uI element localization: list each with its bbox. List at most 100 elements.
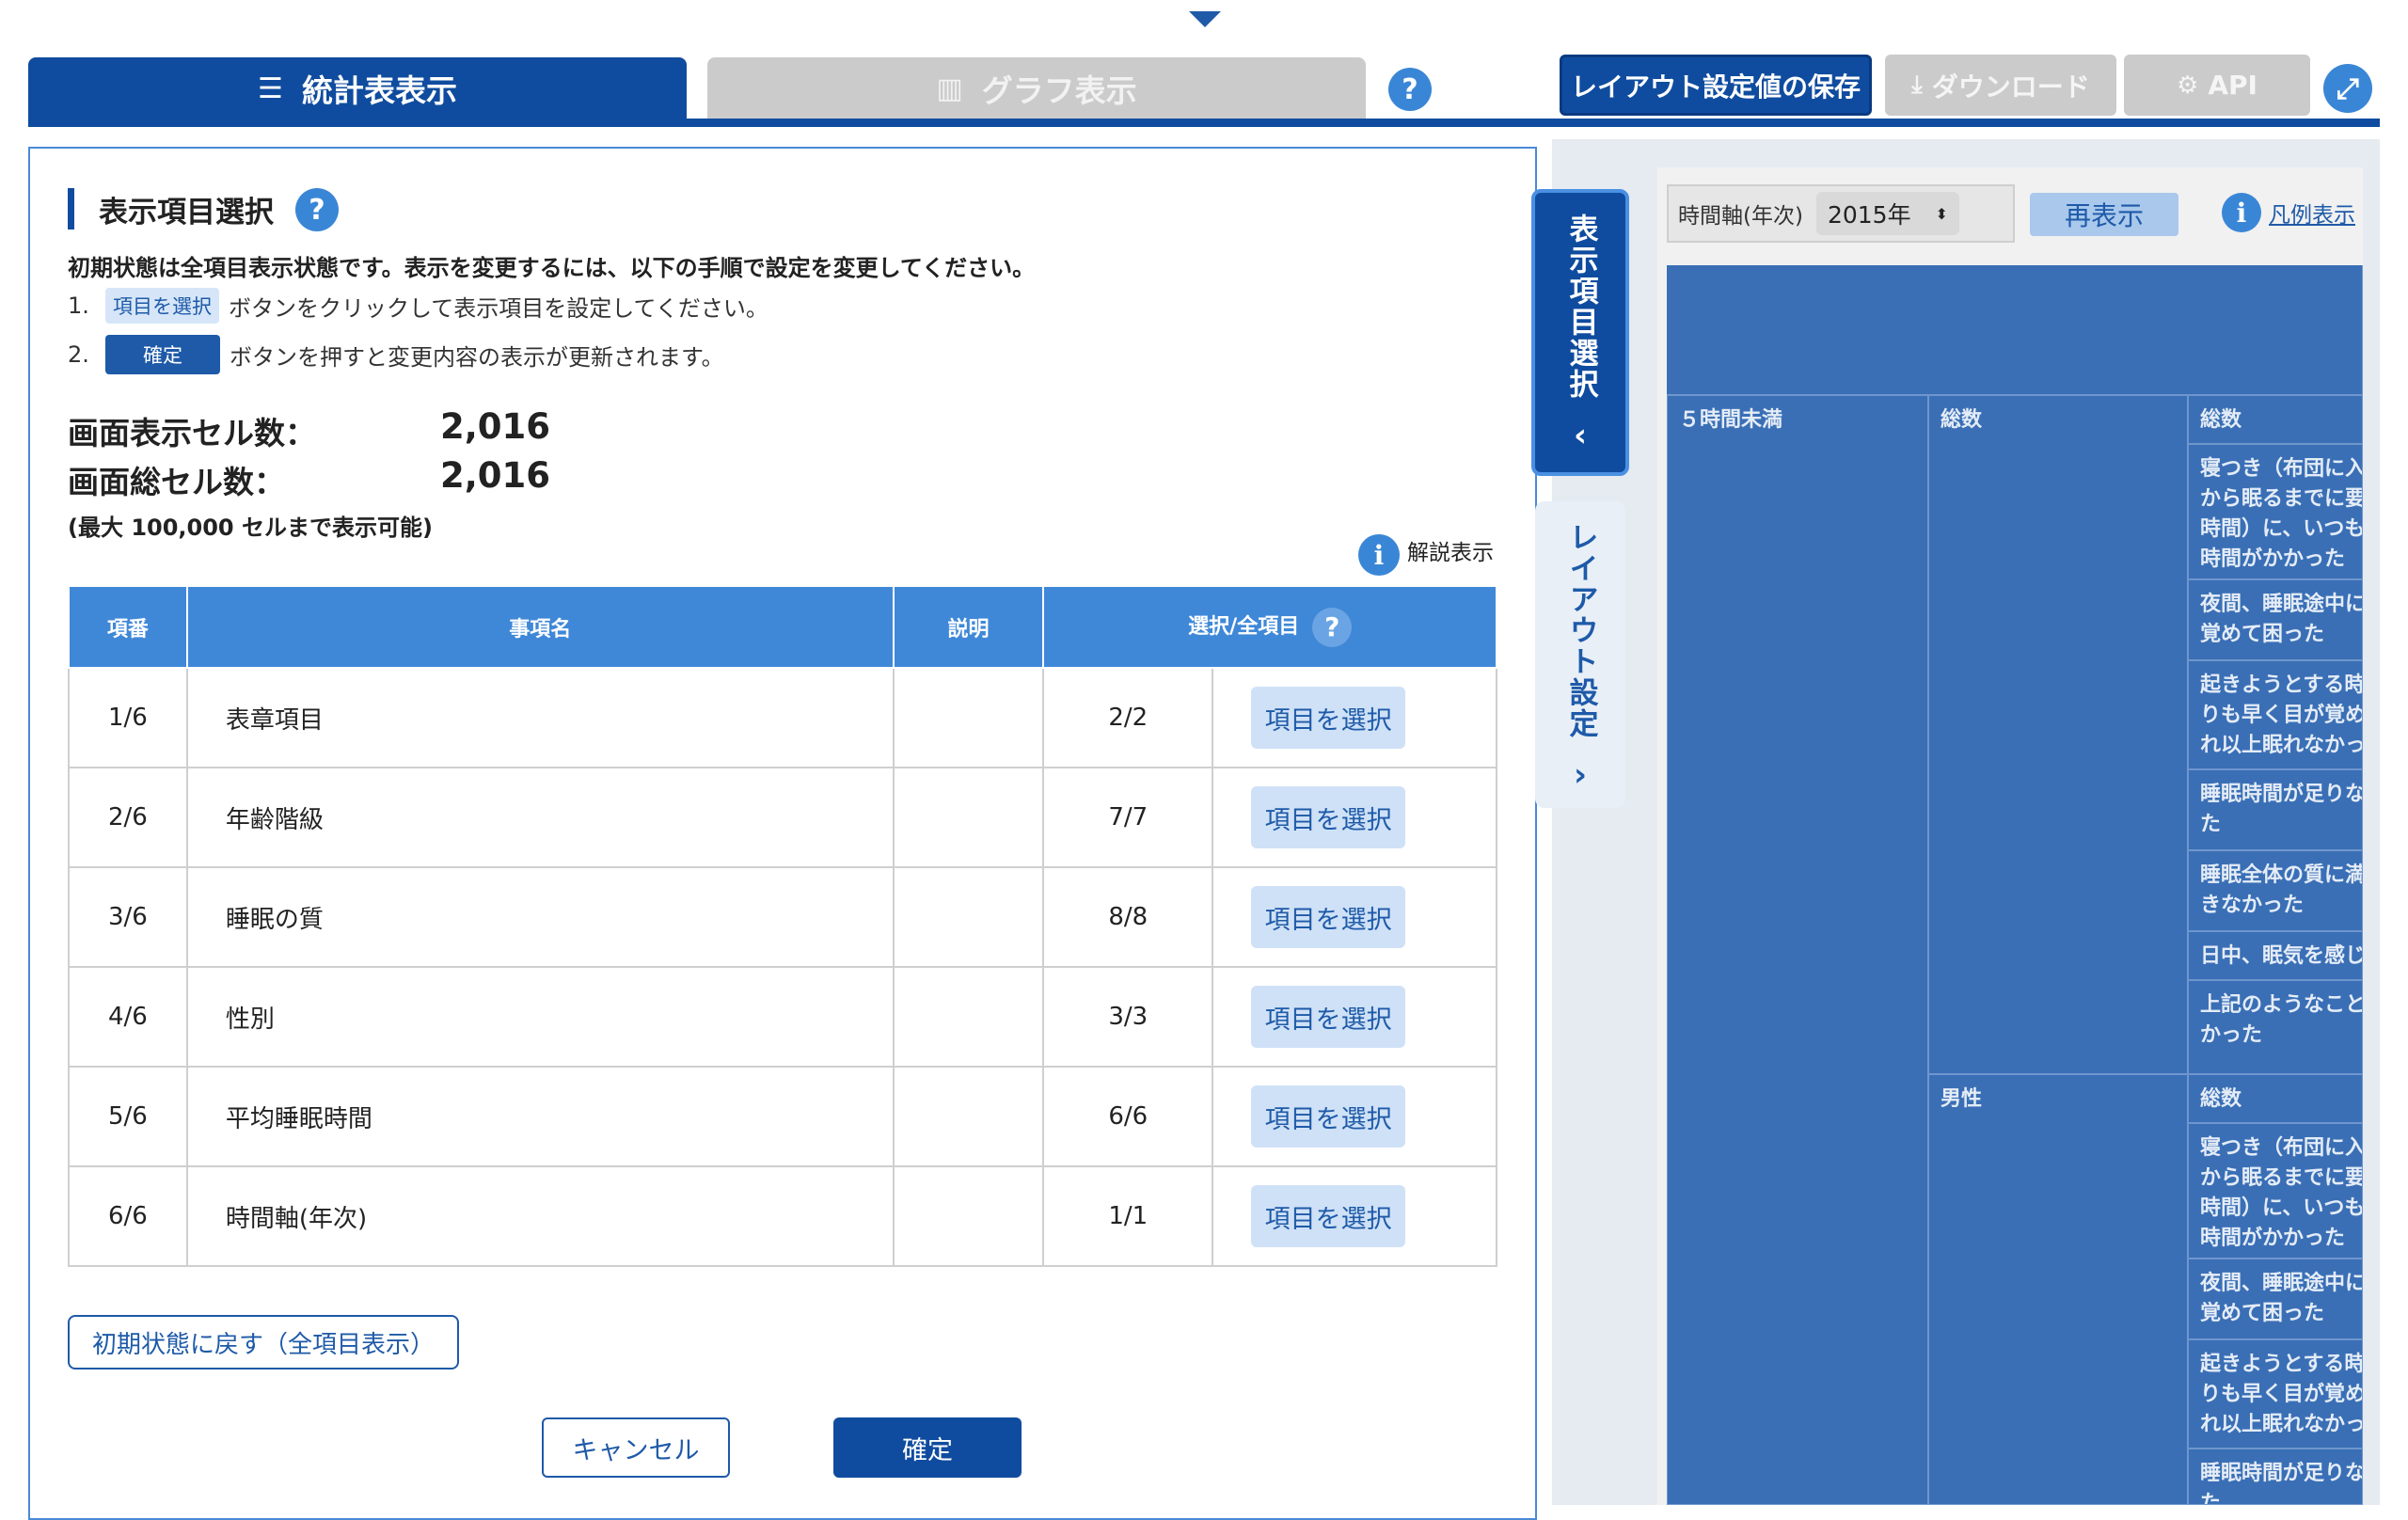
row-action: 項目を選択 bbox=[1212, 1165, 1497, 1267]
row-no: 2/6 bbox=[68, 767, 188, 868]
confirm-chip: 確定 bbox=[105, 335, 220, 374]
row-no: 1/6 bbox=[68, 667, 188, 768]
cancel-label: キャンセル bbox=[572, 1435, 700, 1465]
row-name: 性別 bbox=[185, 966, 895, 1068]
row-selected: 8/8 bbox=[1042, 866, 1214, 968]
stats-data-grid: ５時間未満 総数 男性 総数 寝つき（布団に入 から眠るまでに要 時間）に、いつ… bbox=[1667, 265, 2363, 1505]
tab-underline bbox=[28, 119, 2380, 127]
display-cells-value: 2,016 bbox=[440, 406, 551, 447]
step-number: 2. bbox=[68, 341, 89, 368]
col-header-selection: 選択/全項目? bbox=[1042, 587, 1497, 669]
section-title: 表示項目選択 bbox=[68, 188, 274, 230]
table-row: 4/6 性別 3/3 項目を選択 bbox=[68, 966, 1497, 1068]
row-name: 年齢階級 bbox=[185, 767, 895, 868]
row-desc bbox=[892, 1165, 1045, 1267]
item-table: 項番 事項名 説明 選択/全項目? 1/6 表章項目 2/2 項目を選択 2/6… bbox=[68, 587, 1497, 1267]
confirm-label: 確定 bbox=[902, 1435, 953, 1465]
table-row: 3/6 睡眠の質 8/8 項目を選択 bbox=[68, 866, 1497, 968]
col-header-selection-label: 選択/全項目 bbox=[1188, 614, 1300, 639]
collapse-caret-icon[interactable] bbox=[1189, 11, 1221, 27]
row-no: 4/6 bbox=[68, 966, 188, 1068]
display-cells-label: 画面表示セル数： bbox=[68, 415, 316, 451]
side-tab-layout[interactable]: レイアウト設定 › bbox=[1535, 501, 1625, 808]
select-item-button[interactable]: 項目を選択 bbox=[1251, 687, 1406, 749]
api-button[interactable]: ⚙ API bbox=[2124, 55, 2310, 116]
grid-item-cell: 睡眠時間が足りな た bbox=[2188, 1449, 2363, 1505]
grid-group-header: 総数 bbox=[1928, 395, 2188, 1074]
tab-graph-view[interactable]: ▥ グラフ表示 bbox=[707, 57, 1366, 119]
help-icon[interactable]: ? bbox=[295, 188, 339, 231]
grid-item-cell: 日中、眠気を感じ bbox=[2188, 931, 2363, 980]
reset-label: 初期状態に戻す（全項目表示） bbox=[91, 1330, 435, 1359]
help-icon[interactable]: ? bbox=[1312, 607, 1353, 647]
grid-item-cell: 夜間、睡眠途中に 覚めて困った bbox=[2188, 579, 2363, 660]
redisplay-label: 再表示 bbox=[2064, 200, 2144, 231]
row-selected: 1/1 bbox=[1042, 1165, 1214, 1267]
table-row: 6/6 時間軸(年次) 1/1 項目を選択 bbox=[68, 1165, 1497, 1267]
row-action: 項目を選択 bbox=[1212, 667, 1497, 768]
chevron-left-icon: ‹ bbox=[1573, 417, 1587, 454]
table-row: 5/6 平均睡眠時間 6/6 項目を選択 bbox=[68, 1066, 1497, 1167]
side-tab-item-selection[interactable]: 表示項目選択 ‹ bbox=[1531, 189, 1629, 476]
save-layout-button[interactable]: レイアウト設定値の保存 bbox=[1560, 55, 1872, 116]
grid-item-cell: 睡眠全体の質に満 きなかった bbox=[2188, 850, 2363, 931]
tab-graph-label: グラフ表示 bbox=[981, 72, 1137, 109]
time-axis-label: 時間軸(年次) bbox=[1678, 204, 1803, 229]
cancel-button[interactable]: キャンセル bbox=[542, 1417, 730, 1478]
reset-button[interactable]: 初期状態に戻す（全項目表示） bbox=[68, 1315, 459, 1370]
select-item-button[interactable]: 項目を選択 bbox=[1251, 786, 1406, 848]
select-item-button[interactable]: 項目を選択 bbox=[1251, 1185, 1406, 1247]
col-header-no: 項番 bbox=[68, 587, 188, 669]
select-item-chip: 項目を選択 bbox=[105, 288, 219, 324]
grid-row-header: ５時間未満 bbox=[1667, 395, 1928, 1505]
download-button[interactable]: ⤓ ダウンロード bbox=[1885, 55, 2116, 116]
step-text: ボタンをクリックして表示項目を設定してください。 bbox=[229, 294, 768, 322]
explain-label: 解説表示 bbox=[1407, 541, 1494, 565]
grid-item-cell: 起きようとする時 りも早く目が覚め れ以上眠れなかっ bbox=[2188, 1339, 2363, 1449]
fullscreen-icon[interactable]: ⤢ bbox=[2323, 64, 2372, 113]
year-select[interactable]: 2015年 ⬍ bbox=[1815, 192, 1959, 235]
grid-item-cell: 上記のようなこと かった bbox=[2188, 980, 2363, 1074]
grid-item-cell: 総数 bbox=[2188, 1074, 2363, 1123]
row-name: 平均睡眠時間 bbox=[185, 1066, 895, 1167]
explain-toggle[interactable]: i 解説表示 bbox=[1358, 534, 1494, 576]
tab-table-view[interactable]: ☰ 統計表表示 bbox=[28, 57, 687, 119]
help-icon[interactable]: ? bbox=[1388, 68, 1432, 111]
row-action: 項目を選択 bbox=[1212, 1066, 1497, 1167]
chevron-right-icon: › bbox=[1573, 756, 1587, 794]
confirm-button[interactable]: 確定 bbox=[833, 1417, 1022, 1478]
grid-item-cell: 寝つき（布団に入 から眠るまでに要 時間）に、いつも 時間がかかった bbox=[2188, 1123, 2363, 1259]
select-item-button[interactable]: 項目を選択 bbox=[1251, 986, 1406, 1048]
max-cells-note: (最大 100,000 セルまで表示可能) bbox=[68, 515, 433, 541]
select-item-button[interactable]: 項目を選択 bbox=[1251, 886, 1406, 948]
gears-icon: ⚙ bbox=[2177, 71, 2199, 100]
row-action: 項目を選択 bbox=[1212, 767, 1497, 868]
bar-chart-icon: ▥ bbox=[936, 71, 963, 105]
table-header-row: 項番 事項名 説明 選択/全項目? bbox=[68, 587, 1497, 669]
side-tab-label: レイアウト設定 bbox=[1563, 522, 1598, 739]
info-icon: i bbox=[2222, 193, 2261, 232]
time-axis-selector: 時間軸(年次) 2015年 ⬍ bbox=[1667, 184, 2015, 243]
legend-toggle[interactable]: i 凡例表示 bbox=[2222, 193, 2355, 232]
save-layout-label: レイアウト設定値の保存 bbox=[1570, 71, 1861, 103]
row-name: 睡眠の質 bbox=[185, 866, 895, 968]
total-cells-label: 画面総セル数： bbox=[68, 464, 285, 500]
row-name: 時間軸(年次) bbox=[185, 1165, 895, 1267]
step-2: 2. 確定 ボタンを押すと変更内容の表示が更新されます。 bbox=[68, 335, 724, 374]
grid-item-cell: 起きようとする時 りも早く目が覚め れ以上眠れなかっ bbox=[2188, 660, 2363, 769]
select-item-button[interactable]: 項目を選択 bbox=[1251, 1085, 1406, 1148]
api-label: API bbox=[2208, 70, 2258, 101]
row-action: 項目を選択 bbox=[1212, 966, 1497, 1068]
col-header-desc: 説明 bbox=[892, 587, 1045, 669]
redisplay-button[interactable]: 再表示 bbox=[2030, 193, 2178, 236]
legend-link[interactable]: 凡例表示 bbox=[2269, 197, 2355, 229]
total-cells-value: 2,016 bbox=[440, 455, 551, 496]
grid-group-header: 男性 bbox=[1928, 1074, 2188, 1505]
row-no: 6/6 bbox=[68, 1165, 188, 1267]
row-desc bbox=[892, 767, 1045, 868]
grid-item-cell: 総数 bbox=[2188, 395, 2363, 444]
side-tab-label: 表示項目選択 bbox=[1563, 214, 1598, 400]
list-icon: ☰ bbox=[258, 71, 283, 105]
row-name: 表章項目 bbox=[185, 667, 895, 768]
info-icon: i bbox=[1358, 534, 1400, 576]
